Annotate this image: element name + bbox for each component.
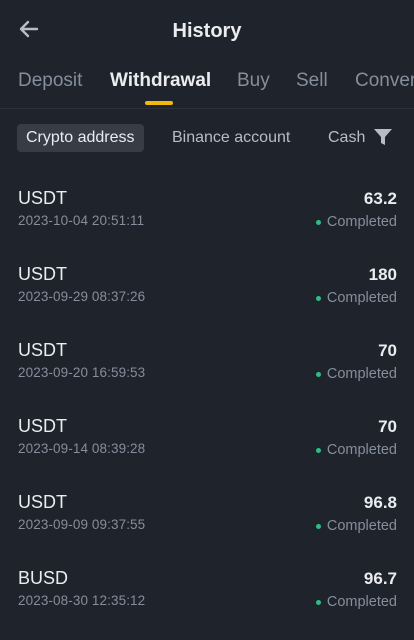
status-dot-icon [315,599,321,605]
transaction-date: 2023-09-20 16:59:53 [18,365,146,380]
transaction-list: USDT 2023-10-04 20:51:11 63.2 Completed … [0,170,414,626]
status-text: Completed [326,594,397,610]
tab-convert[interactable]: Conver [355,70,414,92]
status-badge: Completed [315,214,397,230]
chip-binance-account[interactable]: Binance account [172,124,290,152]
status-text: Completed [326,366,397,382]
transaction-row[interactable]: USDT 2023-09-29 08:37:26 180 Completed [0,246,414,322]
transaction-date: 2023-09-09 09:37:55 [18,517,146,532]
status-text: Completed [326,290,397,306]
coin-name: BUSD [18,568,69,588]
status-text: Completed [326,518,397,534]
coin-name: USDT [18,188,67,208]
coin-name: USDT [18,492,67,512]
withdrawal-type-filter: Crypto address Binance account Cash [0,118,414,158]
tab-buy[interactable]: Buy [237,70,270,92]
status-badge: Completed [315,366,397,382]
status-badge: Completed [315,518,397,534]
transaction-amount: 70 [378,341,397,360]
page-title: History [172,20,242,42]
transaction-amount: 63.2 [363,189,397,208]
history-tabs: Deposit Withdrawal Buy Sell Conver [0,62,414,109]
transaction-row[interactable]: USDT 2023-10-04 20:51:11 63.2 Completed [0,170,414,246]
transaction-amount: 70 [378,417,397,436]
coin-name: USDT [18,340,67,360]
coin-name: USDT [18,416,67,436]
transaction-amount: 96.8 [363,493,397,512]
transaction-date: 2023-10-04 20:51:11 [18,213,145,228]
transaction-date: 2023-09-14 08:39:28 [18,441,146,456]
status-dot-icon [315,295,321,301]
transaction-row[interactable]: BUSD 2023-08-30 12:35:12 96.7 Completed [0,550,414,626]
tab-withdrawal[interactable]: Withdrawal [110,70,211,92]
status-text: Completed [326,442,397,458]
status-badge: Completed [315,594,397,610]
coin-name: USDT [18,264,67,284]
status-badge: Completed [315,290,397,306]
chip-cash[interactable]: Cash [328,124,365,152]
transaction-row[interactable]: USDT 2023-09-20 16:59:53 70 Completed [0,322,414,398]
top-bar: History [0,0,414,62]
tab-sell[interactable]: Sell [296,70,328,92]
status-text: Completed [326,214,397,230]
transaction-row[interactable]: USDT 2023-09-14 08:39:28 70 Completed [0,398,414,474]
transaction-date: 2023-09-29 08:37:26 [18,289,146,304]
transaction-row[interactable]: USDT 2023-09-09 09:37:55 96.8 Completed [0,474,414,550]
active-tab-indicator [145,101,173,105]
tab-deposit[interactable]: Deposit [18,70,82,92]
status-dot-icon [315,371,321,377]
transaction-amount: 180 [368,265,397,284]
status-badge: Completed [315,442,397,458]
status-dot-icon [315,523,321,529]
status-dot-icon [315,447,321,453]
filter-button[interactable] [372,126,396,150]
transaction-amount: 96.7 [363,569,397,588]
chip-crypto-address[interactable]: Crypto address [17,124,144,152]
transaction-date: 2023-08-30 12:35:12 [18,593,146,608]
status-dot-icon [315,219,321,225]
app-screen: History Deposit Withdrawal Buy Sell Conv… [0,0,414,640]
funnel-icon [374,129,392,145]
